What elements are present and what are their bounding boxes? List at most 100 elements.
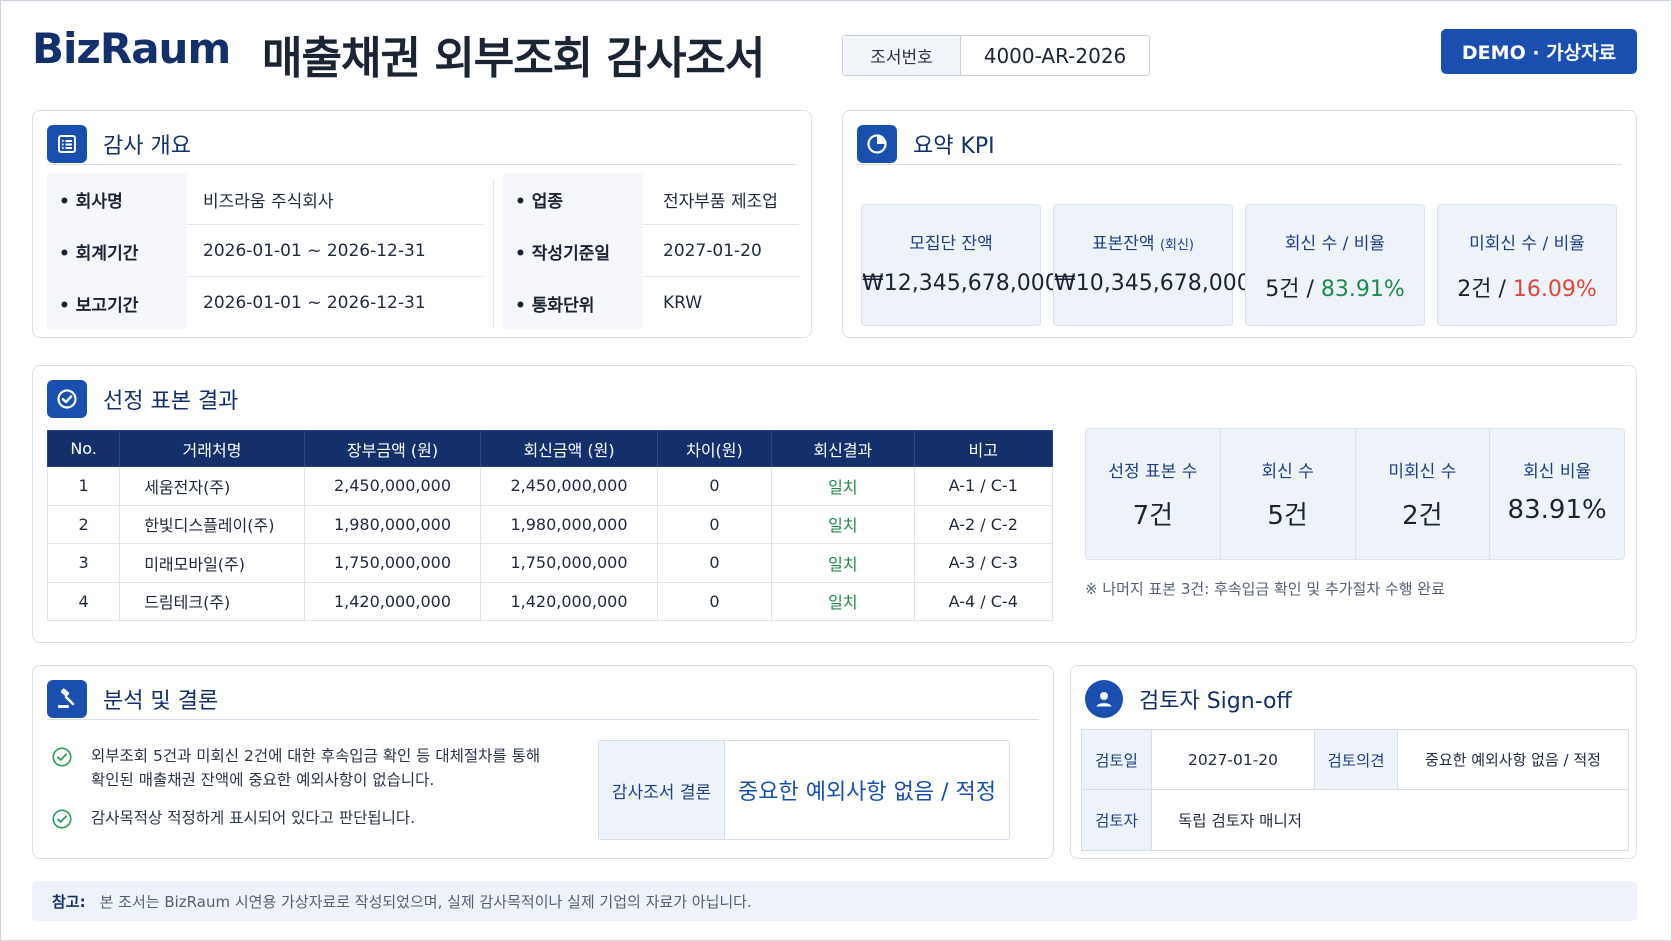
signoff-grid: 검토일 2027-01-20 검토의견 중요한 예외사항 없음 / 적정 검토자… xyxy=(1081,729,1629,851)
kpi-ratio-positive: 83.91% xyxy=(1320,277,1405,302)
cell-result: 일치 xyxy=(771,504,915,544)
cell-result: 일치 xyxy=(771,543,915,583)
summary-value: 5건 xyxy=(1267,501,1308,531)
table-row: 3 미래모바일(주) 1,750,000,000 1,750,000,000 0… xyxy=(46,543,1054,583)
cell-customer: 드림테크(주) xyxy=(119,581,305,621)
summary-note: ※ 나머지 표본 3건: 후속입금 확인 및 추가절차 수행 완료 xyxy=(1085,580,1445,598)
kpi-value: ₩12,345,678,000 xyxy=(862,271,1059,296)
overview-row: 비즈라움 주식회사 xyxy=(203,173,334,225)
summary-responses: 회신 수 5건 xyxy=(1221,429,1356,559)
signoff-panel: 검토자 Sign-off 검토일 2027-01-20 검토의견 중요한 예외사… xyxy=(1070,665,1637,859)
cell-confirmed-amount: 2,450,000,000 xyxy=(480,466,658,506)
doc-number-value: 4000-AR-2026 xyxy=(983,43,1127,68)
kpi-label: 미회신 수 / 비율 xyxy=(1469,234,1585,254)
currency-label: • 통화단위 xyxy=(515,295,595,316)
analysis-text: 감사목적상 적정하게 표시되어 있다고 판단됩니다. xyxy=(91,809,416,827)
cell-no: 2 xyxy=(46,504,121,544)
kpi-panel: 요약 KPI 모집단 잔액 ₩12,345,678,000 표본잔액 (회신) … xyxy=(842,110,1637,338)
summary-selected: 선정 표본 수 7건 xyxy=(1086,429,1221,559)
overview-row: 전자부품 제조업 xyxy=(663,173,778,225)
analysis-item: 외부조회 5건과 미회신 2건에 대한 후속입금 확인 등 대체절차를 통해 확… xyxy=(51,744,540,792)
column-header: 회신금액 (원) xyxy=(480,430,658,467)
conclusion-label: 감사조서 결론 xyxy=(599,741,725,839)
samples-panel: 선정 표본 결과 No. 거래처명 장부금액 (원) 회신금액 (원) 차이(원… xyxy=(32,365,1637,643)
summary-label: 선정 표본 수 xyxy=(1108,462,1198,482)
overview-row: • 통화단위 xyxy=(515,277,594,329)
doc-number-label: 조서번호 xyxy=(843,36,961,75)
footnote: 참고: 본 조서는 BizRaum 시연용 가상자료로 작성되었으며, 실제 감… xyxy=(32,881,1637,921)
cell-confirmed-amount: 1,980,000,000 xyxy=(480,504,658,544)
fiscal-period-value: 2026-01-01 ~ 2026-12-31 xyxy=(203,241,426,261)
table-row: 4 드림테크(주) 1,420,000,000 1,420,000,000 0 … xyxy=(46,581,1054,621)
summary-label: 회신 비율 xyxy=(1523,462,1592,482)
cell-remark: A-4 / C-4 xyxy=(913,581,1054,621)
overview-row: • 업종 xyxy=(515,173,563,225)
kpi-label: 회신 수 / 비율 xyxy=(1284,234,1386,254)
fiscal-period-label: • 회계기간 xyxy=(59,243,139,264)
overview-row: 2026-01-01 ~ 2026-12-31 xyxy=(203,225,426,277)
overview-row: KRW xyxy=(663,277,702,329)
industry-label: • 업종 xyxy=(515,191,564,212)
kpi-card-responses: 회신 수 / 비율 5건 / 83.91% xyxy=(1245,204,1425,326)
divider xyxy=(493,179,494,329)
base-date-value: 2027-01-20 xyxy=(663,241,762,261)
kpi-separator: / xyxy=(1491,277,1513,302)
reviewer-label: 검토자 xyxy=(1082,790,1152,850)
overview-title: 감사 개요 xyxy=(103,133,191,159)
gavel-icon xyxy=(47,679,87,718)
cell-customer: 세움전자(주) xyxy=(119,466,305,506)
cell-difference: 0 xyxy=(656,504,773,544)
sample-summary-box: 선정 표본 수 7건 회신 수 5건 미회신 수 2건 회신 비율 83.91% xyxy=(1085,428,1625,560)
kpi-ratio-negative: 16.09% xyxy=(1512,277,1597,302)
kpi-count: 2건 xyxy=(1457,277,1492,302)
check-badge-icon xyxy=(47,380,87,418)
analysis-item: 감사목적상 적정하게 표시되어 있다고 판단됩니다. xyxy=(51,806,415,830)
cell-no: 4 xyxy=(46,581,121,621)
summary-value: 2건 xyxy=(1402,501,1443,531)
user-icon xyxy=(1085,680,1123,718)
samples-table: No. 거래처명 장부금액 (원) 회신금액 (원) 차이(원) 회신결과 비고… xyxy=(46,430,1054,621)
cell-book-amount: 1,750,000,000 xyxy=(303,543,482,583)
footnote-text: 본 조서는 BizRaum 시연용 가상자료로 작성되었으며, 실제 감사목적이… xyxy=(99,892,752,911)
pie-chart-icon xyxy=(857,124,897,163)
column-header: 장부금액 (원) xyxy=(303,430,482,467)
signoff-header: 검토자 Sign-off xyxy=(1085,678,1622,720)
signoff-title: 검토자 Sign-off xyxy=(1139,689,1292,714)
overview-row: • 회사명 xyxy=(59,173,123,225)
column-header: 회신결과 xyxy=(771,430,915,467)
check-circle-icon xyxy=(52,747,72,767)
review-opinion-value: 중요한 예외사항 없음 / 적정 xyxy=(1398,730,1628,790)
brand-logo: BizRaum xyxy=(32,24,231,73)
cell-no: 1 xyxy=(46,466,121,506)
cell-customer: 미래모바일(주) xyxy=(119,543,305,583)
cell-difference: 0 xyxy=(656,581,773,621)
summary-label: 회신 수 xyxy=(1261,462,1314,482)
analysis-text: 외부조회 5건과 미회신 2건에 대한 후속입금 확인 등 대체절차를 통해 확… xyxy=(91,747,541,789)
column-header: 차이(원) xyxy=(656,430,773,467)
overview-row: • 작성기준일 xyxy=(515,225,610,277)
kpi-label: 모집단 잔액 xyxy=(909,234,993,254)
summary-response-rate: 회신 비율 83.91% xyxy=(1490,429,1624,559)
review-date-label: 검토일 xyxy=(1082,730,1152,790)
cell-remark: A-1 / C-1 xyxy=(913,466,1054,506)
demo-badge: DEMO · 가상자료 xyxy=(1441,29,1637,74)
cell-difference: 0 xyxy=(656,466,773,506)
kpi-value: 5건 / 83.91% xyxy=(1246,271,1424,303)
report-period-value: 2026-01-01 ~ 2026-12-31 xyxy=(203,293,426,313)
kpi-value: ₩10,345,678,000 xyxy=(1054,271,1251,296)
cell-confirmed-amount: 1,750,000,000 xyxy=(480,543,658,583)
summary-value: 83.91% xyxy=(1507,495,1607,525)
overview-row: 2026-01-01 ~ 2026-12-31 xyxy=(203,277,426,329)
table-row: 2 한빛디스플레이(주) 1,980,000,000 1,980,000,000… xyxy=(46,504,1054,544)
kpi-card-population: 모집단 잔액 ₩12,345,678,000 xyxy=(861,204,1059,326)
kpi-label-small: (회신) xyxy=(1159,238,1195,253)
industry-value: 전자부품 제조업 xyxy=(663,191,778,212)
kpi-separator: / xyxy=(1299,277,1321,302)
kpi-count: 5건 xyxy=(1265,277,1300,302)
page-title: 매출채권 외부조회 감사조서 xyxy=(262,33,765,84)
cell-book-amount: 1,420,000,000 xyxy=(303,581,482,621)
review-opinion-label: 검토의견 xyxy=(1314,730,1398,790)
samples-title: 선정 표본 결과 xyxy=(103,389,239,414)
cell-customer: 한빛디스플레이(주) xyxy=(119,504,305,544)
base-date-label: • 작성기준일 xyxy=(515,243,610,264)
